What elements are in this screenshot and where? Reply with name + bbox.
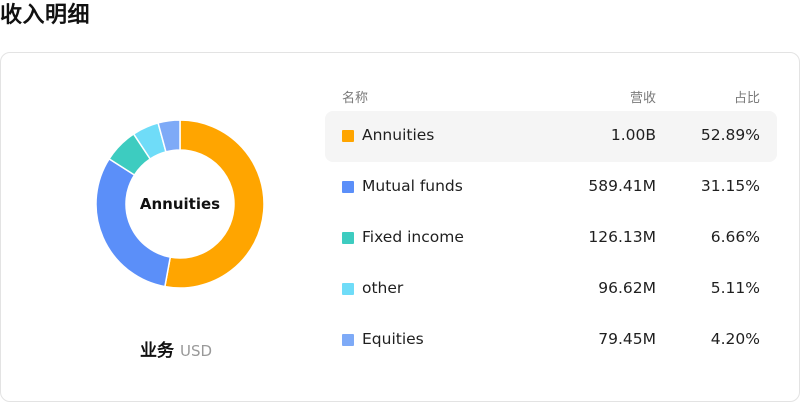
legend-swatch — [342, 334, 354, 346]
table-row-fixed-income[interactable]: Fixed income 126.13M 6.66% — [325, 213, 777, 264]
currency-label: USD — [179, 342, 213, 360]
table-row-equities[interactable]: Equities 79.45M 4.20% — [325, 315, 777, 366]
row-share: 52.89% — [700, 126, 760, 144]
header-share: 占比 — [733, 91, 760, 106]
row-share: 5.11% — [710, 279, 760, 297]
revenue-breakdown-card: Annuities 业务 USD 名称 营收 占比 Annuities 1.00B… — [0, 52, 800, 402]
row-share: 6.66% — [710, 228, 760, 246]
chart-footer: 业务 USD — [1, 336, 351, 361]
legend-swatch — [342, 130, 354, 142]
row-revenue: 1.00B — [610, 126, 656, 144]
table-row-mutual-funds[interactable]: Mutual funds 589.41M 31.15% — [325, 162, 777, 213]
row-revenue: 79.45M — [598, 330, 656, 348]
row-share: 31.15% — [700, 177, 760, 195]
legend-swatch — [342, 283, 354, 295]
segment-title: 业务 — [139, 341, 174, 361]
legend-swatch — [342, 181, 354, 193]
donut-center-label: Annuities — [139, 195, 221, 213]
legend-swatch — [342, 232, 354, 244]
header-name: 名称 — [342, 91, 369, 106]
header-revenue: 营收 — [629, 91, 656, 106]
row-revenue: 126.13M — [588, 228, 656, 246]
row-name: Mutual funds — [362, 177, 463, 195]
table-row-annuities[interactable]: Annuities 1.00B 52.89% — [325, 111, 777, 162]
donut-chart[interactable]: Annuities — [95, 115, 265, 293]
table-header: 名称 营收 占比 — [325, 83, 777, 111]
table-row-other[interactable]: other 96.62M 5.11% — [325, 264, 777, 315]
row-revenue: 589.41M — [588, 177, 656, 195]
row-name: Annuities — [362, 126, 435, 144]
row-name: Equities — [362, 330, 424, 348]
row-name: other — [362, 279, 404, 297]
row-revenue: 96.62M — [598, 279, 656, 297]
revenue-table: 名称 营收 占比 Annuities 1.00B 52.89% Mutual f… — [325, 83, 777, 366]
row-share: 4.20% — [710, 330, 760, 348]
row-name: Fixed income — [362, 228, 464, 246]
page-title: 收入明细 — [0, 3, 91, 28]
